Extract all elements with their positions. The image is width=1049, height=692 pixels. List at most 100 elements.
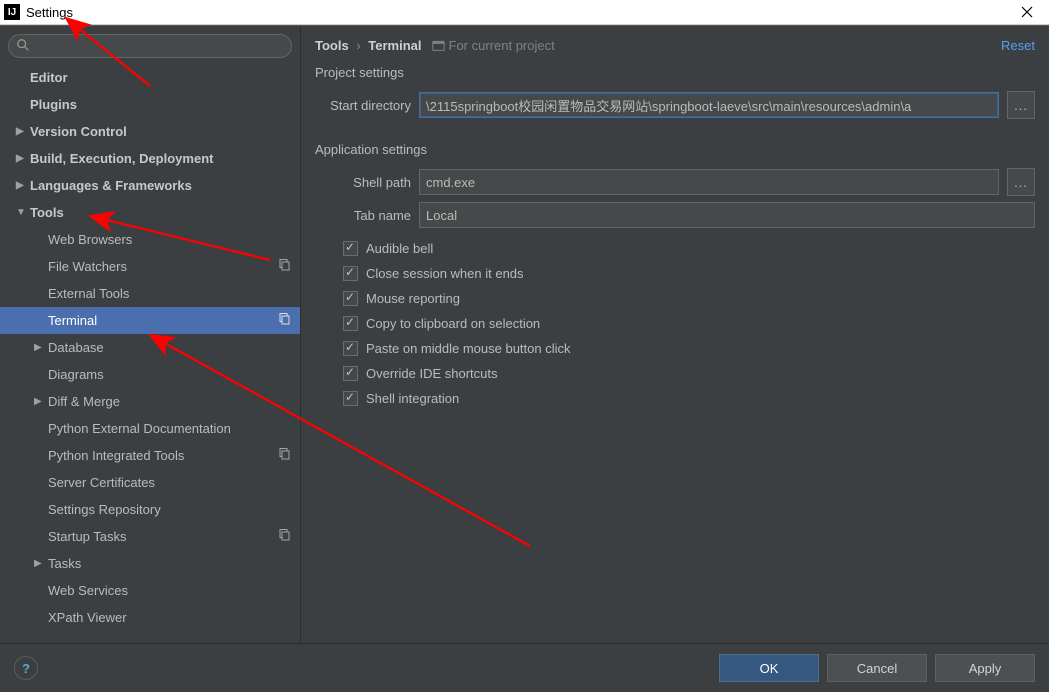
sidebar-item-label: Web Browsers [48,232,132,247]
caret-right-icon: ▶ [34,558,48,569]
checkbox[interactable] [343,291,358,306]
sidebar: Editor Plugins▶Version Control▶Build, Ex… [0,26,301,643]
project-icon [432,39,445,52]
search-icon [16,38,30,55]
checkbox[interactable] [343,266,358,281]
copy-icon [278,448,290,463]
ok-button[interactable]: OK [719,654,819,682]
options-group: Audible bell Close session when it ends Mo… [301,237,1049,410]
breadcrumb-row: Tools › Terminal For current project Res… [301,26,1049,63]
application-settings-title: Application settings [301,140,1049,165]
cancel-button[interactable]: Cancel [827,654,927,682]
sidebar-item-label: Server Certificates [48,475,155,490]
copy-icon [278,313,290,328]
sidebar-item-label: Tasks [48,556,81,571]
checkbox[interactable] [343,241,358,256]
option-paste-on-middle-mouse-button-click[interactable]: Paste on middle mouse button click [343,341,1035,356]
sidebar-item-label: Web Services [48,583,128,598]
sidebar-item-label: External Tools [48,286,129,301]
sidebar-item-version-control[interactable]: ▶Version Control [0,118,300,145]
titlebar: IJ Settings [0,0,1049,25]
sidebar-item-diagrams[interactable]: Diagrams [0,361,300,388]
option-copy-to-clipboard-on-selection[interactable]: Copy to clipboard on selection [343,316,1035,331]
sidebar-item-label: Diff & Merge [48,394,120,409]
project-settings-title: Project settings [301,63,1049,88]
option-label: Shell integration [366,391,459,406]
breadcrumb-leaf: Terminal [368,38,421,53]
sidebar-item-python-external-documentation[interactable]: Python External Documentation [0,415,300,442]
option-label: Override IDE shortcuts [366,366,498,381]
checkbox[interactable] [343,316,358,331]
start-directory-label: Start directory [315,98,411,113]
checkbox[interactable] [343,341,358,356]
sidebar-item-editor[interactable]: Editor [0,64,300,91]
sidebar-item-languages-frameworks[interactable]: ▶Languages & Frameworks [0,172,300,199]
shell-path-browse[interactable]: ... [1007,168,1035,196]
option-label: Audible bell [366,241,433,256]
app-icon: IJ [4,4,20,20]
option-mouse-reporting[interactable]: Mouse reporting [343,291,1035,306]
breadcrumb-sep: › [356,38,360,53]
sidebar-item-python-integrated-tools[interactable]: Python Integrated Tools [0,442,300,469]
reset-link[interactable]: Reset [1001,38,1035,53]
option-close-session-when-it-ends[interactable]: Close session when it ends [343,266,1035,281]
sidebar-item-web-services[interactable]: Web Services [0,577,300,604]
sidebar-item-plugins[interactable]: Plugins [0,91,300,118]
sidebar-item-server-certificates[interactable]: Server Certificates [0,469,300,496]
sidebar-item-web-browsers[interactable]: Web Browsers [0,226,300,253]
close-button[interactable] [1009,0,1045,24]
sidebar-item-label: XPath Viewer [48,610,127,625]
sidebar-item-terminal[interactable]: Terminal [0,307,300,334]
sidebar-item-label: Terminal [48,313,97,328]
checkbox[interactable] [343,366,358,381]
sidebar-item-tasks[interactable]: ▶Tasks [0,550,300,577]
option-override-ide-shortcuts[interactable]: Override IDE shortcuts [343,366,1035,381]
breadcrumb-root: Tools [315,38,349,53]
sidebar-item-startup-tasks[interactable]: Startup Tasks [0,523,300,550]
sidebar-item-build-execution-deployment[interactable]: ▶Build, Execution, Deployment [0,145,300,172]
start-directory-input[interactable] [419,92,999,118]
checkbox[interactable] [343,391,358,406]
tab-name-input[interactable] [419,202,1035,228]
sidebar-item-file-watchers[interactable]: File Watchers [0,253,300,280]
sidebar-item-external-tools[interactable]: External Tools [0,280,300,307]
tab-name-label: Tab name [315,208,411,223]
caret-right-icon: ▶ [34,396,48,407]
option-label: Close session when it ends [366,266,524,281]
sidebar-item-label: Version Control [30,124,127,139]
caret-down-icon: ▼ [16,207,30,218]
sidebar-item-label: Plugins [30,97,77,112]
sidebar-item-diff-merge[interactable]: ▶Diff & Merge [0,388,300,415]
option-audible-bell[interactable]: Audible bell [343,241,1035,256]
start-directory-browse[interactable]: ... [1007,91,1035,119]
close-icon [1021,6,1033,18]
sidebar-item-tools[interactable]: ▼Tools [0,199,300,226]
shell-path-input[interactable] [419,169,999,195]
window-title: Settings [26,5,73,20]
shell-path-label: Shell path [315,175,411,190]
sidebar-item-label: Database [48,340,104,355]
option-label: Copy to clipboard on selection [366,316,540,331]
option-label: Paste on middle mouse button click [366,341,571,356]
sidebar-item-label: Settings Repository [48,502,161,517]
help-button[interactable]: ? [14,656,38,680]
copy-icon [278,529,290,544]
sidebar-item-database[interactable]: ▶Database [0,334,300,361]
sidebar-item-label: Build, Execution, Deployment [30,151,213,166]
caret-right-icon: ▶ [16,153,30,164]
sidebar-item-label: Python Integrated Tools [48,448,184,463]
option-label: Mouse reporting [366,291,460,306]
apply-button[interactable]: Apply [935,654,1035,682]
search-input[interactable] [8,34,292,58]
option-shell-integration[interactable]: Shell integration [343,391,1035,406]
sidebar-item-xpath-viewer[interactable]: XPath Viewer [0,604,300,631]
sidebar-item-label: Python External Documentation [48,421,231,436]
content: Tools › Terminal For current project Res… [301,26,1049,643]
caret-right-icon: ▶ [34,342,48,353]
sidebar-item-label: Diagrams [48,367,104,382]
sidebar-item-label: File Watchers [48,259,127,274]
sidebar-item-label: Editor [30,70,68,85]
settings-tree[interactable]: Editor Plugins▶Version Control▶Build, Ex… [0,64,300,643]
search-box [8,34,292,58]
sidebar-item-settings-repository[interactable]: Settings Repository [0,496,300,523]
